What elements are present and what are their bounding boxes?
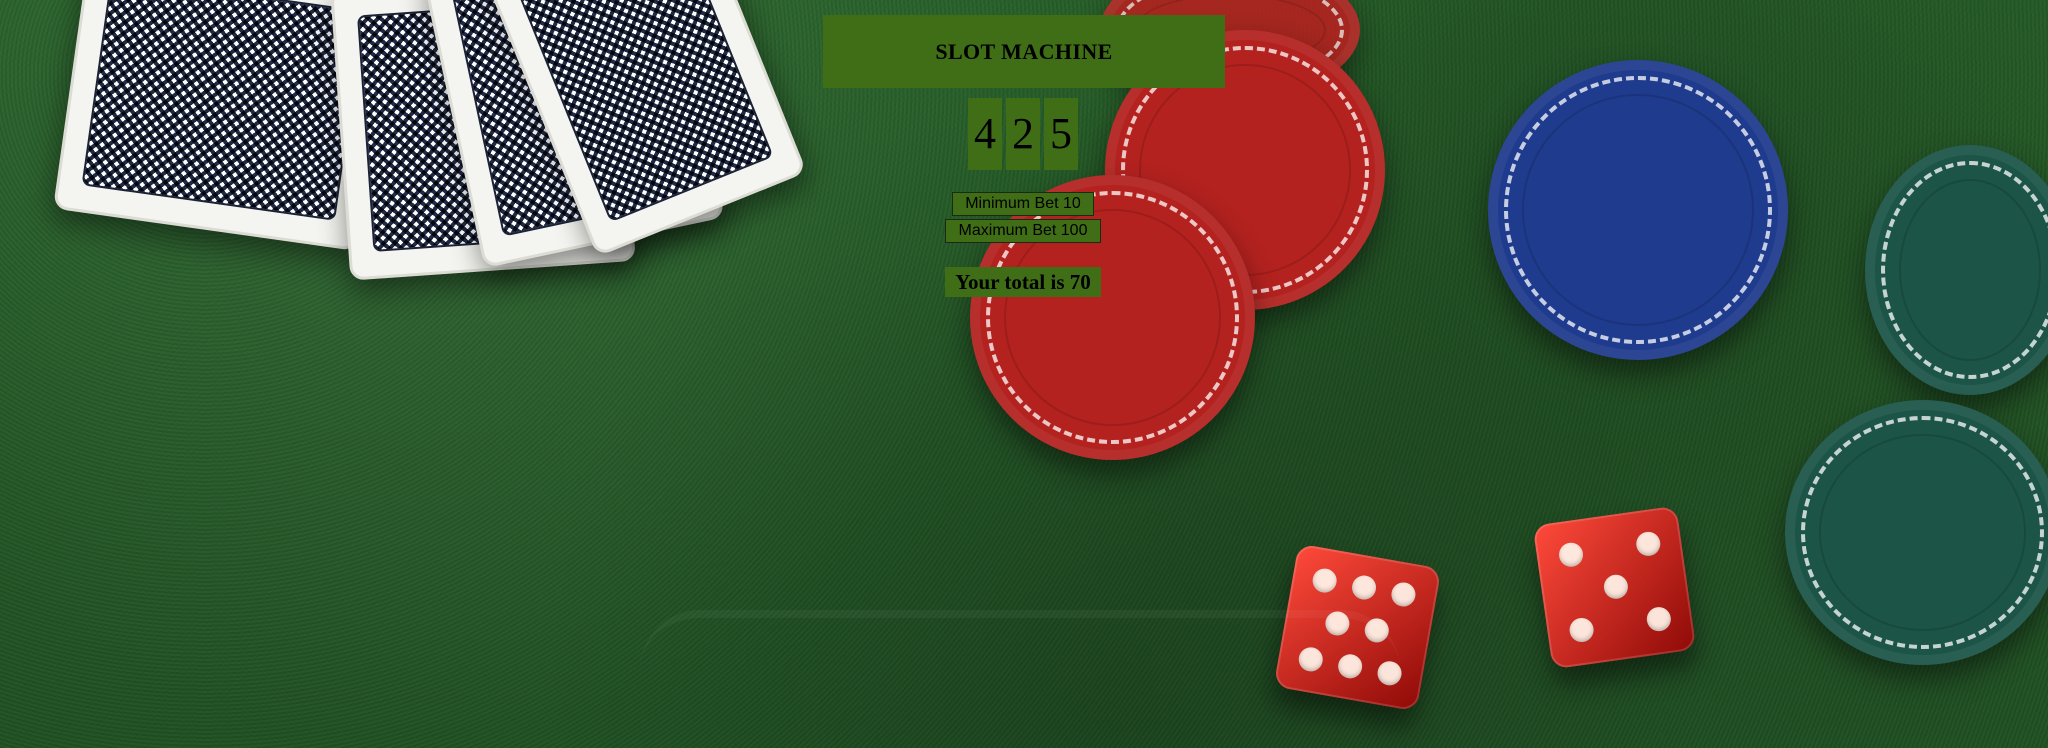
maximum-bet-label: Maximum Bet 100 — [958, 222, 1088, 239]
background-watermark — [640, 610, 1400, 738]
slot-machine-title: SLOT MACHINE — [823, 15, 1225, 88]
dice-2-icon — [1532, 505, 1697, 670]
minimum-bet-button[interactable]: Minimum Bet 10 — [952, 192, 1094, 216]
reel-1: 4 — [968, 98, 1002, 170]
reel-2: 2 — [1006, 98, 1040, 170]
blue-chip — [1488, 60, 1788, 360]
red-chip-front — [970, 175, 1255, 460]
total-display: Your total is 70 — [945, 267, 1101, 297]
reel-3: 5 — [1044, 98, 1078, 170]
green-chip-bottom — [1785, 400, 2048, 665]
reel-2-value: 2 — [1012, 109, 1034, 158]
slot-machine-title-text: SLOT MACHINE — [935, 38, 1113, 64]
reel-3-value: 5 — [1050, 109, 1072, 158]
minimum-bet-label: Minimum Bet 10 — [965, 195, 1081, 212]
maximum-bet-button[interactable]: Maximum Bet 100 — [945, 219, 1101, 243]
reel-1-value: 4 — [974, 109, 996, 158]
slot-reels: 4 2 5 — [968, 98, 1078, 170]
total-text: Your total is 70 — [955, 269, 1091, 294]
